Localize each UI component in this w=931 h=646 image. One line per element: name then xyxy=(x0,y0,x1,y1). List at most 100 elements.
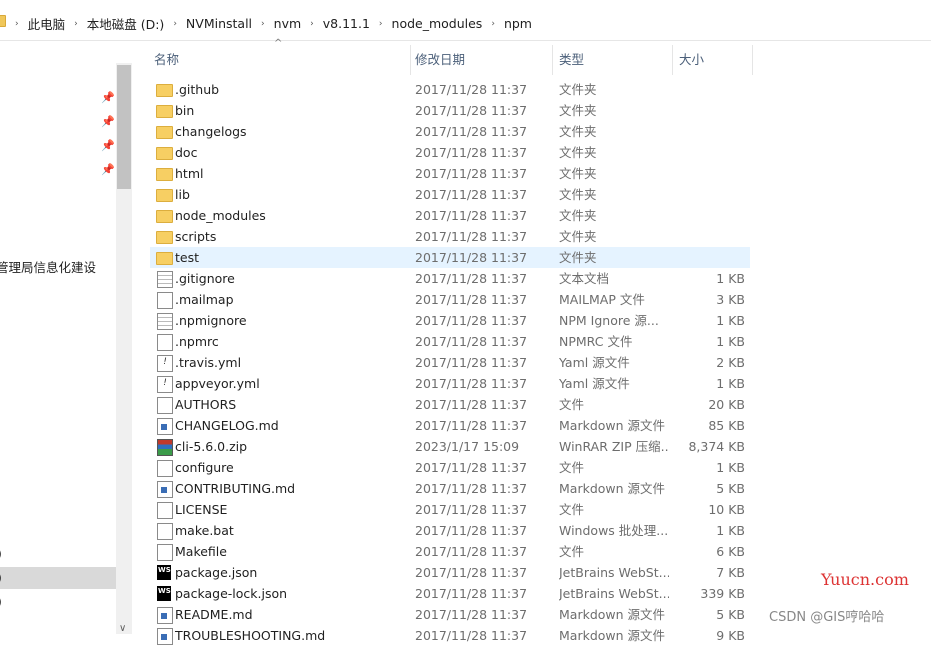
file-name: bin xyxy=(175,103,195,118)
file-date: 2017/11/28 11:37 xyxy=(415,523,528,538)
nav-item[interactable]: ) xyxy=(0,570,2,585)
file-row[interactable]: test 2017/11/28 11:37 文件夹 xyxy=(150,247,750,268)
file-type: 文件 xyxy=(559,397,585,412)
address-bar[interactable]: › 此电脑 › 本地磁盘 (D:) › NVMinstall › nvm › v8.11.1 › no… xyxy=(0,0,931,41)
file-row[interactable]: CONTRIBUTING.md 2017/11/28 11:37 Markdown … xyxy=(150,478,750,499)
file-type: Yaml 源文件 xyxy=(559,355,630,370)
file-row[interactable]: lib 2017/11/28 11:37 文件夹 xyxy=(150,184,750,205)
file-size: 3 KB xyxy=(716,292,745,307)
chevron-right-icon[interactable]: › xyxy=(71,19,81,29)
file-row[interactable]: .npmignore 2017/11/28 11:37 NPM Ignore 源..… xyxy=(150,310,750,331)
file-row[interactable]: node_modules 2017/11/28 11:37 文件夹 xyxy=(150,205,750,226)
file-row[interactable]: WS package-lock.json 2017/11/28 11:37 JetBr… xyxy=(150,583,750,604)
file-date: 2017/11/28 11:37 xyxy=(415,481,528,496)
nav-scrollbar[interactable]: ∨ xyxy=(116,63,132,634)
file-type: Markdown 源文件 xyxy=(559,481,666,496)
file-row[interactable]: README.md 2017/11/28 11:37 Markdown 源文件 5 K… xyxy=(150,604,750,625)
file-type: NPM Ignore 源... xyxy=(559,313,659,328)
file-name: doc xyxy=(175,145,198,160)
file-size: 1 KB xyxy=(716,334,745,349)
nav-item[interactable]: 管理局信息化建设 xyxy=(0,257,96,276)
file-date: 2017/11/28 11:37 xyxy=(415,628,528,643)
nav-item[interactable]: ) xyxy=(0,594,2,609)
file-row[interactable]: WS package.json 2017/11/28 11:37 JetBrains … xyxy=(150,562,750,583)
file-row[interactable]: changelogs 2017/11/28 11:37 文件夹 xyxy=(150,121,750,142)
file-name: appveyor.yml xyxy=(175,376,260,391)
breadcrumb-item[interactable]: npm xyxy=(498,14,538,33)
file-row[interactable]: TROUBLESHOOTING.md 2017/11/28 11:37 Markdo… xyxy=(150,625,750,646)
file-date: 2017/11/28 11:37 xyxy=(415,418,528,433)
chevron-right-icon[interactable]: › xyxy=(170,19,180,29)
file-date: 2017/11/28 11:37 xyxy=(415,397,528,412)
column-header: ^ 名称 修改日期 类型 大小 xyxy=(150,38,760,75)
chevron-down-icon[interactable]: ∨ xyxy=(119,623,126,634)
file-name: node_modules xyxy=(175,208,266,223)
chevron-right-icon[interactable]: › xyxy=(488,19,498,29)
breadcrumb-item[interactable]: v8.11.1 xyxy=(317,14,376,33)
file-row[interactable]: ! appveyor.yml 2017/11/28 11:37 Yaml 源文件 1 K… xyxy=(150,373,750,394)
zip-file-icon xyxy=(157,439,173,456)
file-row[interactable]: cli-5.6.0.zip 2023/1/17 15:09 WinRAR ZIP 压… xyxy=(150,436,750,457)
file-row[interactable]: configure 2017/11/28 11:37 文件 1 KB xyxy=(150,457,750,478)
file-row[interactable]: AUTHORS 2017/11/28 11:37 文件 20 KB xyxy=(150,394,750,415)
file-row[interactable]: bin 2017/11/28 11:37 文件夹 xyxy=(150,100,750,121)
column-date[interactable]: 修改日期 xyxy=(411,45,465,75)
nav-item[interactable]: ) xyxy=(0,546,2,561)
file-name: README.md xyxy=(175,607,253,622)
file-size: 5 KB xyxy=(716,481,745,496)
folder-icon xyxy=(156,84,173,97)
column-size[interactable]: 大小 xyxy=(675,45,704,75)
file-type: 文件夹 xyxy=(559,187,597,202)
file-icon xyxy=(157,292,173,309)
file-row[interactable]: LICENSE 2017/11/28 11:37 文件 10 KB xyxy=(150,499,750,520)
file-size: 20 KB xyxy=(708,397,745,412)
breadcrumb-item[interactable]: node_modules xyxy=(386,14,489,33)
folder-icon xyxy=(156,147,173,160)
file-size: 5 KB xyxy=(716,607,745,622)
chevron-right-icon[interactable]: › xyxy=(376,19,386,29)
column-divider[interactable] xyxy=(752,45,753,75)
file-date: 2017/11/28 11:37 xyxy=(415,292,528,307)
breadcrumb-item[interactable]: 此电脑 xyxy=(22,12,72,35)
file-type: Windows 批处理... xyxy=(559,523,669,538)
file-name: .npmrc xyxy=(175,334,219,349)
file-row[interactable]: CHANGELOG.md 2017/11/28 11:37 Markdown 源文件… xyxy=(150,415,750,436)
file-row[interactable]: doc 2017/11/28 11:37 文件夹 xyxy=(150,142,750,163)
file-row[interactable]: html 2017/11/28 11:37 文件夹 xyxy=(150,163,750,184)
column-name[interactable]: 名称 xyxy=(150,45,179,75)
chevron-right-icon[interactable]: › xyxy=(12,19,22,29)
file-size: 1 KB xyxy=(716,313,745,328)
breadcrumb-item[interactable]: 本地磁盘 (D:) xyxy=(81,12,171,35)
pin-icon: 📌 xyxy=(101,115,115,128)
file-row[interactable]: Makefile 2017/11/28 11:37 文件 6 KB xyxy=(150,541,750,562)
file-name: lib xyxy=(175,187,190,202)
folder-icon xyxy=(156,231,173,244)
scrollbar-thumb[interactable] xyxy=(117,65,131,189)
file-row[interactable]: .github 2017/11/28 11:37 文件夹 xyxy=(150,79,750,100)
file-row[interactable]: scripts 2017/11/28 11:37 文件夹 xyxy=(150,226,750,247)
column-divider[interactable] xyxy=(672,45,673,75)
breadcrumb-item[interactable]: NVMinstall xyxy=(180,14,258,33)
chevron-right-icon[interactable]: › xyxy=(307,19,317,29)
file-type: JetBrains WebSt... xyxy=(559,565,669,580)
file-row[interactable]: make.bat 2017/11/28 11:37 Windows 批处理... 1 … xyxy=(150,520,750,541)
file-row[interactable]: ! .travis.yml 2017/11/28 11:37 Yaml 源文件 2 KB xyxy=(150,352,750,373)
webstorm-file-icon: WS xyxy=(157,565,171,580)
chevron-right-icon[interactable]: › xyxy=(258,19,268,29)
file-icon xyxy=(157,460,173,477)
file-name: TROUBLESHOOTING.md xyxy=(175,628,326,643)
file-row[interactable]: .mailmap 2017/11/28 11:37 MAILMAP 文件 3 KB xyxy=(150,289,750,310)
text-file-icon xyxy=(157,271,173,288)
file-row[interactable]: .gitignore 2017/11/28 11:37 文本文档 1 KB xyxy=(150,268,750,289)
breadcrumb-item[interactable]: nvm xyxy=(268,14,308,33)
column-type[interactable]: 类型 xyxy=(555,45,584,75)
column-divider[interactable] xyxy=(552,45,553,75)
file-row[interactable]: .npmrc 2017/11/28 11:37 NPMRC 文件 1 KB xyxy=(150,331,750,352)
folder-icon xyxy=(156,126,173,139)
file-name: .github xyxy=(175,82,220,97)
file-name: make.bat xyxy=(175,523,234,538)
file-icon xyxy=(157,502,173,519)
nav-item-selected[interactable] xyxy=(0,567,116,589)
file-date: 2017/11/28 11:37 xyxy=(415,124,528,139)
file-type: Markdown 源文件 xyxy=(559,628,666,643)
